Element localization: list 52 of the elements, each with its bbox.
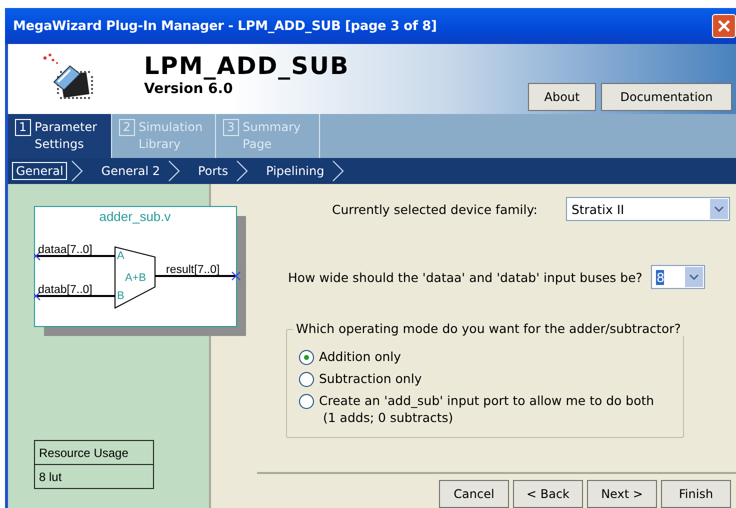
radio-option[interactable]: Subtraction only xyxy=(299,370,422,387)
about-button[interactable]: About xyxy=(528,83,596,111)
step-label: Simulation Library xyxy=(138,119,204,153)
back-button[interactable]: < Back xyxy=(513,480,583,508)
option-label: Create an 'add_sub' input port to allow me to do both xyxy=(319,392,654,409)
window-title: MegaWizard Plug-In Manager - LPM_ADD_SUB [page 3 of 8] xyxy=(13,18,437,34)
page-tab[interactable]: Ports xyxy=(194,162,232,180)
page-tab[interactable]: General 2 xyxy=(97,162,164,180)
step-label: Summary Page xyxy=(242,119,302,153)
option-label: Addition only xyxy=(319,348,402,365)
table-cell: 8 lut xyxy=(35,464,153,488)
close-button[interactable] xyxy=(712,14,736,38)
adder-block xyxy=(114,246,156,309)
device-family-dropdown[interactable]: Stratix II xyxy=(566,197,730,221)
radio-button[interactable] xyxy=(299,372,314,387)
chevron-icon xyxy=(332,160,344,182)
field-label: Currently selected device family: xyxy=(332,202,538,216)
bus-width-dropdown[interactable]: 8 xyxy=(651,265,706,289)
page-tab[interactable]: Pipelining xyxy=(262,162,328,180)
step-number: 3 xyxy=(223,119,239,136)
group-label: Which operating mode do you want for the adder/subtractor? xyxy=(293,321,684,336)
step-tab[interactable]: 1 Parameter Settings xyxy=(8,114,112,158)
table-header: Resource Usage xyxy=(38,445,130,462)
pin-label: datab[7..0] xyxy=(38,284,92,296)
option-label: Subtraction only xyxy=(319,370,422,387)
radio-option[interactable]: Create an 'add_sub' input port to allow me to do both (1 adds; 0 subtracts) xyxy=(299,392,654,426)
step-number: 2 xyxy=(119,119,135,136)
chevron-icon xyxy=(168,160,180,182)
finish-button[interactable]: Finish xyxy=(661,480,731,508)
port-label: B xyxy=(117,290,124,302)
step-label: Parameter Settings xyxy=(34,119,98,153)
radio-option[interactable]: Addition only xyxy=(299,348,402,365)
chevron-icon xyxy=(71,160,84,182)
pin-icon xyxy=(231,271,241,281)
radio-button[interactable] xyxy=(299,350,314,365)
option-note: (1 adds; 0 subtracts) xyxy=(322,409,454,426)
step-number: 1 xyxy=(15,119,31,136)
radio-button[interactable] xyxy=(299,394,314,409)
documentation-button[interactable]: Documentation xyxy=(601,83,732,111)
wizard-title: LPM_ADD_SUB xyxy=(144,52,350,80)
symbol-title: adder_sub.v xyxy=(99,209,171,224)
chevron-icon xyxy=(236,160,248,182)
version-label: Version 6.0 xyxy=(144,80,234,98)
operation-label: A+B xyxy=(125,272,146,284)
port-label: A xyxy=(117,250,124,262)
next-button[interactable]: Next > xyxy=(587,480,657,508)
field-label: How wide should the 'dataa' and 'datab' input buses be? xyxy=(288,270,642,284)
close-icon xyxy=(717,19,731,33)
page-tab[interactable]: General xyxy=(12,162,68,180)
pin-label: dataa[7..0] xyxy=(38,244,92,256)
cancel-button[interactable]: Cancel xyxy=(439,480,509,508)
pin-label: result[7..0] xyxy=(166,264,220,276)
